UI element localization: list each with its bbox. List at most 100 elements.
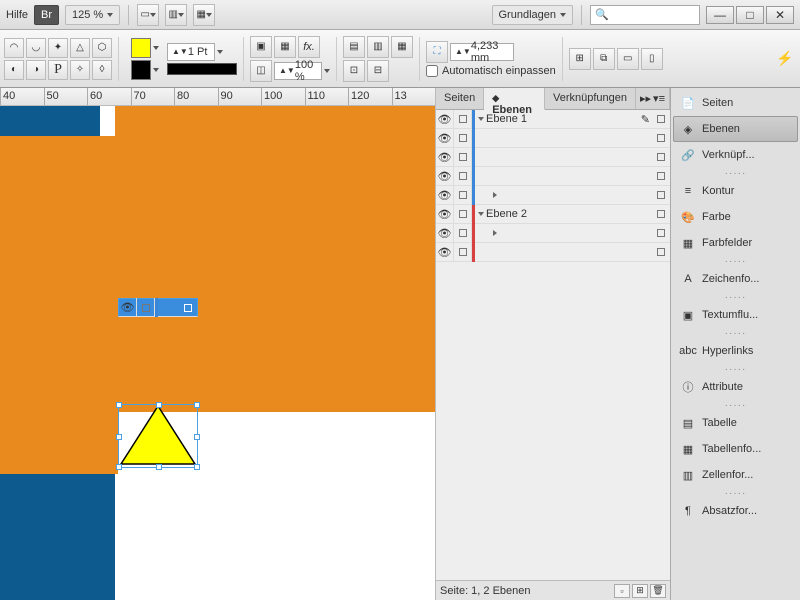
- dock-item-attribute[interactable]: ⓘAttribute: [673, 374, 798, 400]
- lock-icon[interactable]: [459, 229, 467, 237]
- visibility-icon[interactable]: 👁: [438, 151, 452, 164]
- dock-icon: ≡: [680, 183, 696, 199]
- layer-row[interactable]: 👁: [436, 129, 670, 148]
- dock-label: Farbe: [702, 211, 731, 223]
- control-toolbar: ◠◡✦△⬡ ◐◑P✧◊ ▲▼ 1 Pt ▣▦fx. ◫▲▼ 100 % ▤▥▦ …: [0, 30, 800, 88]
- disclosure-icon[interactable]: [493, 192, 497, 198]
- stroke-weight-input[interactable]: ▲▼ 1 Pt: [167, 43, 215, 61]
- layer-row[interactable]: 👁 Ebene 2: [436, 205, 670, 224]
- disclosure-icon[interactable]: [493, 230, 497, 236]
- dock-item-textumflu[interactable]: ▣Textumflu...: [673, 302, 798, 328]
- lock-icon[interactable]: [459, 134, 467, 142]
- tool-btn[interactable]: ◠: [4, 38, 24, 58]
- layer-row[interactable]: 👁: [436, 148, 670, 167]
- crop-icon[interactable]: ⛶: [426, 41, 448, 63]
- dock-label: Verknüpf...: [702, 149, 755, 161]
- dock-label: Hyperlinks: [702, 345, 753, 357]
- close-button[interactable]: ✕: [766, 6, 794, 24]
- disclosure-icon[interactable]: [478, 212, 484, 216]
- visibility-icon[interactable]: 👁: [438, 246, 452, 259]
- autofit-checkbox[interactable]: Automatisch einpassen: [426, 65, 556, 77]
- dock-item-zeichenfo[interactable]: AZeichenfo...: [673, 266, 798, 292]
- fill-swatch[interactable]: [131, 38, 151, 58]
- measure-input[interactable]: ▲▼ 4,233 mm: [450, 43, 514, 61]
- disclosure-icon[interactable]: [478, 117, 484, 121]
- lock-icon[interactable]: [459, 210, 467, 218]
- stroke-swatch[interactable]: [131, 60, 151, 80]
- tab-seiten[interactable]: Seiten: [436, 88, 484, 109]
- search-icon: 🔍: [595, 8, 609, 21]
- arrange-button[interactable]: ▦: [193, 4, 215, 26]
- maximize-button[interactable]: □: [736, 6, 764, 24]
- dock-item-farbe[interactable]: 🎨Farbe: [673, 204, 798, 230]
- dock-item-ebenen[interactable]: ◈Ebenen: [673, 116, 798, 142]
- bridge-button[interactable]: Br: [34, 5, 59, 25]
- visibility-icon[interactable]: 👁: [438, 208, 452, 221]
- dock-icon: ▦: [680, 441, 696, 457]
- layers-panel: Seiten ◆ Ebenen Verknüpfungen ▸▸▾≡ 👁 Ebe…: [435, 88, 670, 600]
- selection-box[interactable]: [118, 404, 198, 468]
- zoom-level[interactable]: 125 %: [65, 5, 120, 25]
- lock-icon[interactable]: [459, 172, 467, 180]
- horizontal-ruler: 40506070809010011012013: [0, 88, 435, 106]
- trash-icon[interactable]: 🗑: [650, 584, 666, 598]
- dock-item-tabellenfo[interactable]: ▦ Tabellenfo...: [673, 436, 798, 462]
- visibility-icon[interactable]: 👁: [438, 170, 452, 183]
- stroke-style[interactable]: [167, 63, 237, 75]
- dock-icon: ¶: [680, 503, 696, 519]
- dock-item-kontur[interactable]: ≡Kontur: [673, 178, 798, 204]
- layers-status-bar: Seite: 1, 2 Ebenen ▫ ⊞ 🗑: [436, 580, 670, 600]
- dock-item-tabelle[interactable]: ▤Tabelle: [673, 410, 798, 436]
- search-input[interactable]: 🔍: [590, 5, 700, 25]
- opacity-input[interactable]: ▲▼ 100 %: [274, 62, 322, 80]
- layer-row[interactable]: 👁: [436, 224, 670, 243]
- lock-icon[interactable]: [142, 304, 150, 312]
- visibility-icon[interactable]: 👁: [438, 227, 452, 240]
- lock-icon[interactable]: [459, 191, 467, 199]
- dock-item-absatzfor[interactable]: ¶Absatzfor...: [673, 498, 798, 524]
- quick-apply-icon[interactable]: ⚡: [774, 48, 796, 70]
- right-dock: 📄Seiten◈Ebenen🔗Verknüpf...≡Kontur🎨Farbe▦…: [670, 88, 800, 600]
- layer-row[interactable]: 👁: [436, 186, 670, 205]
- screen-mode-button[interactable]: ▥: [165, 4, 187, 26]
- layer-row[interactable]: 👁: [436, 167, 670, 186]
- dock-icon: ▤: [680, 415, 696, 431]
- panel-menu[interactable]: ▸▸▾≡: [636, 88, 670, 109]
- help-menu[interactable]: Hilfe: [6, 9, 28, 21]
- lock-icon[interactable]: [459, 115, 467, 123]
- tab-ebenen[interactable]: ◆ Ebenen: [484, 88, 545, 110]
- workspace-switcher[interactable]: Grundlagen: [492, 5, 574, 25]
- dock-item-seiten[interactable]: 📄Seiten: [673, 90, 798, 116]
- dock-label: Ebenen: [702, 123, 740, 135]
- fx-text[interactable]: fx.: [298, 36, 320, 58]
- visibility-icon[interactable]: 👁: [121, 301, 135, 314]
- new-page-icon[interactable]: ▫: [614, 584, 630, 598]
- dock-item-zellenfor[interactable]: ▥ Zellenfor...: [673, 462, 798, 488]
- tab-verknuepfungen[interactable]: Verknüpfungen: [545, 88, 636, 109]
- layer-row[interactable]: 👁: [118, 298, 198, 317]
- lock-icon[interactable]: [459, 153, 467, 161]
- dock-item-verknpf[interactable]: 🔗Verknüpf...: [673, 142, 798, 168]
- layer-row[interactable]: 👁 Ebene 1 ✎: [436, 110, 670, 129]
- visibility-icon[interactable]: 👁: [438, 189, 452, 202]
- dock-item-farbfelder[interactable]: ▦Farbfelder: [673, 230, 798, 256]
- view-options-button[interactable]: ▭: [137, 4, 159, 26]
- lock-icon[interactable]: [459, 248, 467, 256]
- dock-icon: 📄: [680, 95, 696, 111]
- dock-label: Zellenfor...: [702, 469, 753, 481]
- dock-icon: abc: [680, 343, 696, 359]
- layer-row[interactable]: 👁: [436, 243, 670, 262]
- dock-icon: ▣: [680, 307, 696, 323]
- dock-label: Tabellenfo...: [702, 443, 761, 455]
- fx-button-1[interactable]: ▣: [250, 36, 272, 58]
- visibility-icon[interactable]: 👁: [438, 132, 452, 145]
- dock-icon: ▥: [680, 467, 696, 483]
- minimize-button[interactable]: —: [706, 6, 734, 24]
- color-swatches[interactable]: [131, 38, 159, 80]
- dock-item-hyperlinks[interactable]: abc Hyperlinks: [673, 338, 798, 364]
- new-layer-icon[interactable]: ⊞: [632, 584, 648, 598]
- layer-name: Ebene 1: [486, 113, 527, 125]
- layer-rows: 👁 Ebene 1 ✎ 👁 👁 👁 👁 👁: [436, 110, 670, 262]
- visibility-icon[interactable]: 👁: [438, 113, 452, 126]
- canvas[interactable]: [0, 106, 435, 600]
